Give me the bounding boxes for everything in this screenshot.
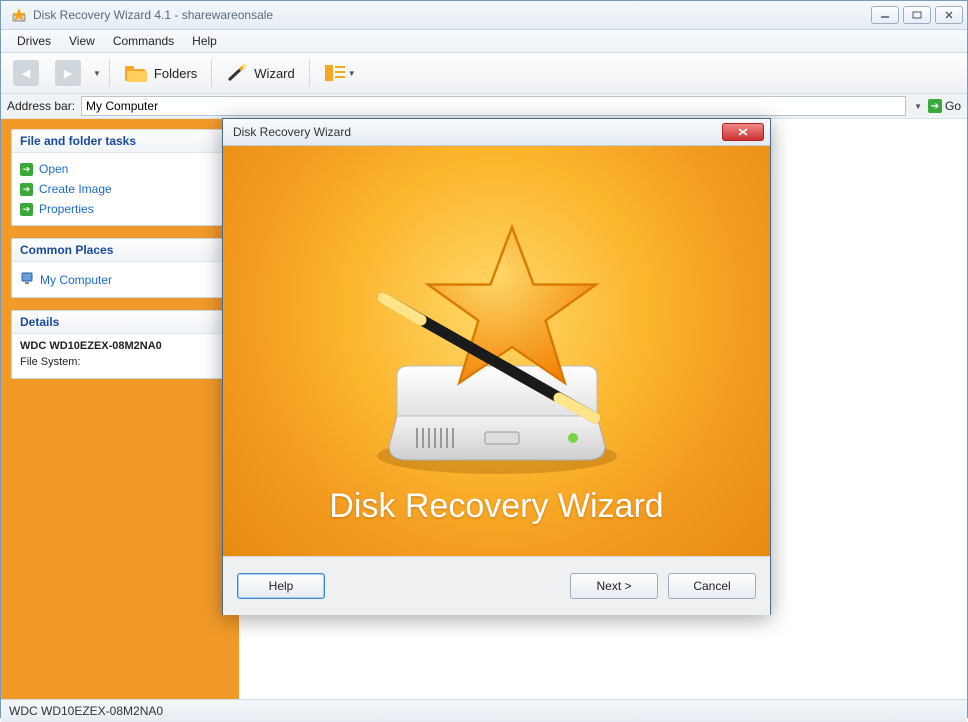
view-mode-button[interactable]: ▼: [318, 58, 362, 88]
statusbar: WDC WD10EZEX-08M2NA0: [1, 699, 967, 722]
task-create-image[interactable]: ➔ Create Image: [20, 179, 220, 199]
toolbar-separator: [309, 59, 310, 87]
address-input[interactable]: [81, 96, 906, 116]
view-icon: [324, 64, 346, 82]
panel-details-header: Details: [12, 311, 228, 334]
address-bar-label: Address bar:: [7, 99, 75, 113]
wizard-next-button[interactable]: Next >: [570, 573, 658, 599]
folders-label: Folders: [154, 66, 197, 81]
menubar: Drives View Commands Help: [1, 30, 967, 53]
wizard-dialog: Disk Recovery Wizard: [222, 118, 771, 615]
arrow-icon: ➔: [20, 203, 33, 216]
panel-tasks-header: File and folder tasks: [12, 130, 228, 153]
menu-help[interactable]: Help: [184, 32, 225, 50]
go-button[interactable]: ➔ Go: [928, 99, 961, 113]
task-open[interactable]: ➔ Open: [20, 159, 220, 179]
wizard-button[interactable]: Wizard: [220, 58, 300, 88]
wizard-hero-illustration: [347, 216, 647, 486]
wizard-close-button[interactable]: [722, 123, 764, 141]
place-my-computer[interactable]: My Computer: [20, 268, 220, 291]
view-dropdown-caret: ▼: [348, 69, 356, 78]
wizard-title: Disk Recovery Wizard: [229, 125, 722, 139]
nav-forward-button[interactable]: ►: [49, 58, 87, 88]
wizard-label: Wizard: [254, 66, 294, 81]
maximize-button[interactable]: [903, 6, 931, 24]
wizard-titlebar[interactable]: Disk Recovery Wizard: [223, 119, 770, 146]
panel-tasks: File and folder tasks ➔ Open ➔ Create Imag…: [11, 129, 229, 226]
wizard-footer: Help Next > Cancel: [223, 556, 770, 615]
address-bar: Address bar: ▼ ➔ Go: [1, 94, 967, 119]
go-label: Go: [945, 99, 961, 113]
task-label: Open: [39, 162, 68, 176]
panel-places-header: Common Places: [12, 239, 228, 262]
arrow-icon: ➔: [20, 163, 33, 176]
details-fs-label: File System:: [20, 356, 81, 368]
folders-button[interactable]: Folders: [118, 58, 203, 88]
arrow-icon: ➔: [20, 183, 33, 196]
titlebar: Disk Recovery Wizard 4.1 - sharewareonsa…: [1, 1, 967, 30]
wizard-help-button[interactable]: Help: [237, 573, 325, 599]
wand-icon: [226, 63, 248, 83]
menu-commands[interactable]: Commands: [105, 32, 182, 50]
task-label: Properties: [39, 202, 94, 216]
go-arrow-icon: ➔: [928, 99, 942, 113]
statusbar-text: WDC WD10EZEX-08M2NA0: [9, 704, 163, 718]
computer-icon: [20, 271, 34, 288]
wizard-hero-title: Disk Recovery Wizard: [223, 487, 770, 526]
menu-drives[interactable]: Drives: [9, 32, 59, 50]
toolbar: ◄ ► ▼ Folders Wizard ▼: [1, 53, 967, 94]
window-title: Disk Recovery Wizard 4.1 - sharewareonsa…: [33, 8, 871, 22]
main-window: Disk Recovery Wizard 4.1 - sharewareonsa…: [0, 0, 968, 718]
address-dropdown[interactable]: ▼: [914, 102, 922, 111]
panel-details: Details WDC WD10EZEX-08M2NA0 File System…: [11, 310, 229, 379]
details-device-name: WDC WD10EZEX-08M2NA0: [20, 340, 220, 352]
panel-places: Common Places My Computer: [11, 238, 229, 298]
menu-view[interactable]: View: [61, 32, 103, 50]
place-label: My Computer: [40, 273, 112, 287]
app-icon: [11, 7, 27, 23]
wizard-cancel-button[interactable]: Cancel: [668, 573, 756, 599]
window-buttons: [871, 6, 963, 24]
sidebar: File and folder tasks ➔ Open ➔ Create Imag…: [1, 119, 239, 699]
minimize-button[interactable]: [871, 6, 899, 24]
toolbar-separator: [109, 59, 110, 87]
close-button[interactable]: [935, 6, 963, 24]
toolbar-separator: [211, 59, 212, 87]
folder-icon: [124, 63, 148, 83]
task-label: Create Image: [39, 182, 112, 196]
nav-history-dropdown[interactable]: ▼: [93, 69, 101, 78]
task-properties[interactable]: ➔ Properties: [20, 199, 220, 219]
nav-back-button[interactable]: ◄: [7, 58, 45, 88]
wizard-hero: Disk Recovery Wizard: [223, 146, 770, 556]
